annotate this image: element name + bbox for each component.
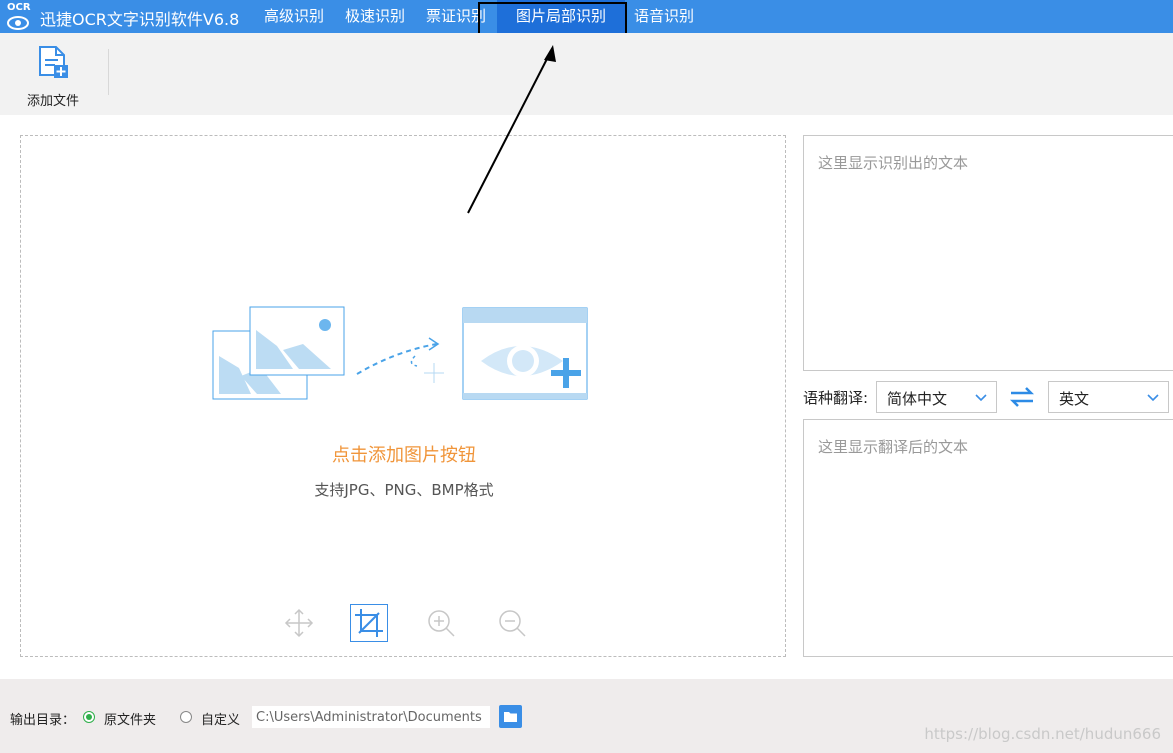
target-language-value: 英文 [1059,390,1090,408]
ocr-result-textarea[interactable]: 这里显示识别出的文本 [803,135,1173,371]
add-file-icon [39,46,68,78]
watermark: https://blog.csdn.net/hudun666 [924,725,1161,743]
custom-folder-label[interactable]: 自定义 [201,709,240,728]
toolbar: 添加文件 [0,33,1173,115]
tab-fast-recognition[interactable]: 极速识别 [339,0,411,33]
translation-language-row: 语种翻译: 简体中文 英文 [803,381,1173,413]
radio-custom-folder[interactable] [180,711,192,723]
ocr-logo-icon: OCR [6,2,34,32]
toolbar-divider [108,49,109,95]
target-language-select[interactable]: 英文 [1048,381,1169,413]
browse-folder-button[interactable] [499,705,522,728]
move-icon[interactable] [280,604,318,642]
source-language-select[interactable]: 简体中文 [876,381,997,413]
chevron-down-icon [975,394,987,402]
add-file-label: 添加文件 [26,94,79,109]
translation-result-placeholder: 这里显示翻译后的文本 [818,438,969,456]
swap-icon [1009,387,1035,407]
source-language-value: 简体中文 [887,390,948,408]
ocr-result-placeholder: 这里显示识别出的文本 [818,154,969,172]
chevron-down-icon [1147,394,1159,402]
add-file-button[interactable]: 添加文件 [18,43,88,109]
translation-result-textarea[interactable]: 这里显示翻译后的文本 [803,419,1173,657]
translation-label: 语种翻译: [803,389,869,407]
tab-voice-recognition[interactable]: 语音识别 [628,0,700,33]
folder-icon [504,712,517,722]
tab-advanced-recognition[interactable]: 高级识别 [258,0,330,33]
add-image-prompt[interactable]: 点击添加图片按钮 [21,441,787,467]
output-settings-bar: 输出目录： 原文件夹 自定义 https://blog.csdn.net/hud… [0,679,1173,753]
original-folder-label[interactable]: 原文件夹 [104,709,156,728]
app-title: 迅捷OCR文字识别软件V6.8 [40,10,240,29]
supported-formats-hint: 支持JPG、PNG、BMP格式 [314,481,494,499]
zoom-out-icon[interactable] [493,604,531,642]
annotation-highlight-box [478,2,627,37]
output-path-input[interactable] [252,706,490,728]
image-drop-area[interactable]: 点击添加图片按钮 支持JPG、PNG、BMP格式 [20,135,786,657]
crop-icon[interactable] [350,604,388,642]
zoom-in-icon[interactable] [422,604,460,642]
radio-original-folder[interactable] [83,711,95,723]
output-directory-label: 输出目录： [10,713,76,728]
add-image-illustration [212,306,588,400]
swap-languages-button[interactable] [1008,386,1036,408]
